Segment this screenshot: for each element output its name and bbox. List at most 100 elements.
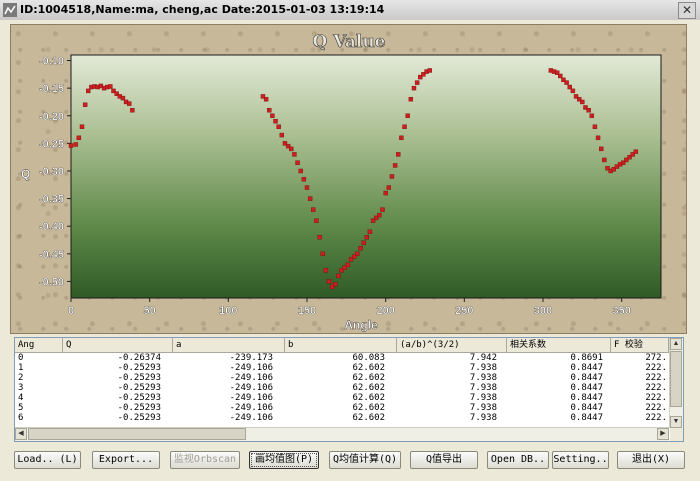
table-cell: -249.106 [229, 363, 273, 373]
data-point [386, 185, 392, 190]
table-cell: 7.938 [469, 413, 497, 423]
data-point [263, 96, 269, 102]
table-cell: -249.106 [229, 383, 273, 393]
data-point [427, 68, 432, 73]
data-point [592, 124, 598, 129]
exit-button[interactable]: 退出(X) [617, 451, 685, 469]
draw-mean-chart-button[interactable]: 画均值图(P) [249, 451, 319, 469]
data-point [399, 135, 404, 141]
table-row[interactable]: 5 -0.25293 -249.106 62.602 7.938 0.8447 222. [15, 403, 669, 413]
data-point [311, 207, 316, 212]
export-button[interactable]: Export... [92, 451, 160, 469]
data-point [307, 196, 313, 201]
col-header-ang[interactable]: Ang [15, 338, 63, 352]
col-header-b[interactable]: b [285, 338, 397, 352]
data-point [314, 218, 319, 223]
data-point [298, 168, 303, 174]
close-icon[interactable]: ✕ [678, 2, 696, 19]
data-point [273, 119, 278, 124]
scroll-corner [670, 428, 683, 441]
scroll-down-icon[interactable]: ▼ [670, 416, 682, 428]
table-cell: 6 [18, 413, 24, 423]
table-cell: 62.602 [352, 363, 385, 373]
col-header-f-test[interactable]: F 校验 [611, 338, 669, 352]
y-tick-label: -0.30 [39, 166, 64, 178]
table-cell: -0.25293 [117, 413, 161, 423]
table-body: 0 -0.26374 -239.173 60.083 7.942 0.8691 272. 1 -… [15, 353, 669, 428]
table-row[interactable]: 6 -0.25293 -249.106 62.602 7.938 0.8447 222. [15, 413, 669, 423]
table-cell: 222. [645, 373, 667, 383]
table-cell: 62.602 [352, 373, 385, 383]
title-bar: ID:1004518,Name:ma, cheng,ac Date:2015-0… [0, 0, 700, 21]
table-cell: 7.942 [469, 353, 497, 363]
scroll-left-icon[interactable]: ◀ [15, 428, 27, 440]
y-tick-label: -0.25 [39, 138, 64, 150]
window-title: ID:1004518,Name:ma, cheng,ac Date:2015-0… [20, 3, 385, 16]
scroll-right-icon[interactable]: ▶ [657, 428, 669, 440]
data-point [595, 135, 601, 141]
data-point [73, 142, 78, 147]
data-point [79, 124, 85, 129]
col-header-ab-ratio[interactable]: (a/b)^(3/2) [397, 338, 507, 352]
data-point [364, 235, 369, 240]
data-point [336, 273, 341, 279]
monitor-orbscan-button[interactable]: 监视Orbscan [170, 451, 240, 469]
table-cell: 0.8447 [570, 393, 603, 403]
table-cell: 0.8447 [570, 413, 603, 423]
y-tick-label: -0.35 [39, 194, 64, 206]
table-cell: -0.26374 [117, 353, 161, 363]
x-tick-label: 300 [534, 305, 552, 317]
col-header-a[interactable]: a [173, 338, 285, 352]
horizontal-scroll-thumb[interactable] [28, 428, 246, 440]
x-axis-label: Angle [344, 318, 378, 332]
q-value-chart: Q Value -0.10 -0.15 -0.20 -0.25 -0.30 -0.35 -0… [21, 32, 662, 332]
table-cell: 0.8447 [570, 403, 603, 413]
table-cell: -0.25293 [117, 373, 161, 383]
data-point [355, 251, 360, 257]
y-tick-label: -0.45 [39, 249, 64, 261]
table-cell: -249.106 [229, 393, 273, 403]
data-point [301, 177, 307, 182]
table-cell: 1 [18, 363, 24, 373]
x-tick-label: 150 [298, 305, 316, 317]
table-row[interactable]: 0 -0.26374 -239.173 60.083 7.942 0.8691 272. [15, 353, 669, 363]
data-point [358, 246, 363, 251]
load-button[interactable]: Load.. (L) [14, 451, 81, 469]
calc-q-mean-button[interactable]: Q均值计算(Q) [329, 451, 401, 469]
table-cell: -239.173 [229, 353, 273, 363]
data-point [402, 124, 407, 129]
data-point [361, 240, 366, 245]
data-point [276, 124, 281, 129]
horizontal-scrollbar[interactable]: ◀ ▶ [15, 427, 669, 441]
y-tick-label: -0.15 [39, 83, 64, 95]
table-cell: -0.25293 [117, 383, 161, 393]
table-row[interactable]: 4 -0.25293 -249.106 62.602 7.938 0.8447 222. [15, 393, 669, 403]
scroll-up-icon[interactable]: ▲ [670, 338, 682, 350]
col-header-correlation[interactable]: 相关系数 [507, 338, 611, 352]
export-q-button[interactable]: Q值导出 [410, 451, 478, 469]
table-cell: 7.938 [469, 393, 497, 403]
x-tick-label: 100 [219, 305, 237, 317]
data-point [383, 190, 388, 196]
data-point [120, 95, 126, 101]
open-db-button[interactable]: Open DB.. [487, 451, 549, 469]
col-header-q[interactable]: Q [63, 338, 173, 352]
data-point [82, 102, 88, 107]
table-cell: 222. [645, 363, 667, 373]
table-row[interactable]: 1 -0.25293 -249.106 62.602 7.938 0.8447 222. [15, 363, 669, 373]
table-cell: 5 [18, 403, 24, 413]
table-row[interactable]: 2 -0.25293 -249.106 62.602 7.938 0.8447 222. [15, 373, 669, 383]
vertical-scrollbar[interactable]: ▲ ▼ [669, 338, 683, 428]
results-table[interactable]: Ang Q a b (a/b)^(3/2) 相关系数 F 校验 0 -0.2637… [14, 337, 684, 442]
data-point [292, 152, 297, 157]
data-point [570, 88, 576, 94]
data-point [567, 84, 572, 90]
table-cell: 60.083 [352, 353, 385, 363]
table-row[interactable]: 3 -0.25293 -249.106 62.602 7.938 0.8447 222. [15, 383, 669, 393]
vertical-scroll-thumb[interactable] [670, 351, 682, 407]
data-point [558, 73, 563, 79]
setting-button[interactable]: Setting.. [552, 451, 609, 469]
chart-title: Q Value [312, 32, 385, 52]
table-cell: 7.938 [469, 383, 497, 393]
data-point [586, 108, 591, 113]
